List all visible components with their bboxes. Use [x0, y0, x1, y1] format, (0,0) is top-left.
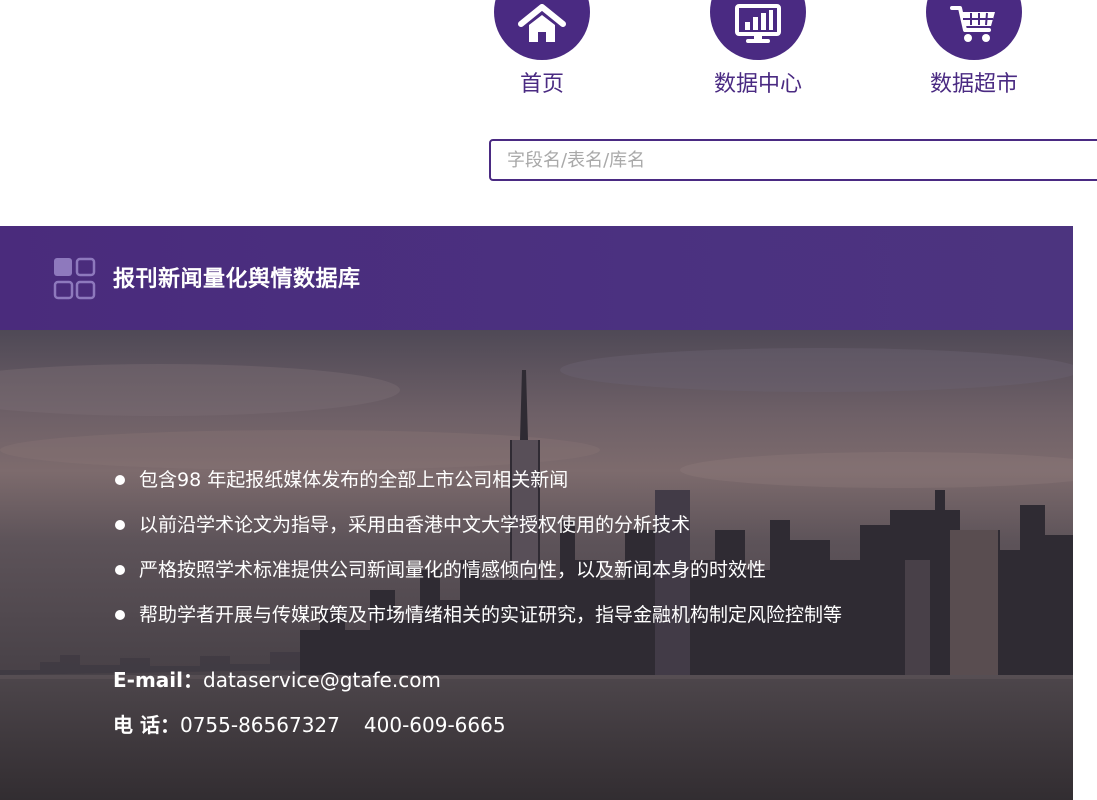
email-link[interactable]: dataservice@gtafe.com	[203, 668, 441, 692]
home-icon	[518, 4, 566, 42]
nav-data-center-circle	[710, 0, 806, 60]
nav-item-home[interactable]: 首页	[482, 0, 602, 100]
shopping-cart-icon	[950, 6, 995, 42]
phone-number-1: 0755-86567327	[179, 713, 340, 737]
phone-label: 电 话：	[113, 713, 180, 737]
nav-data-center-label: 数据中心	[713, 72, 802, 97]
contact-email: E-mail：dataservice@gtafe.com	[113, 664, 441, 696]
nav-data-market-circle	[926, 0, 1022, 60]
page: 首页 数据中心 数据超市 字段名/表名/库名 报刊新闻量化舆情数据库 包含98 …	[0, 0, 1097, 800]
feature-item: 包含98 年起报纸媒体发布的全部上市公司相关新闻	[113, 458, 842, 503]
nav-item-data-market[interactable]: 数据超市	[914, 0, 1034, 100]
contact-phone: 电 话：0755-86567327 400-609-6665	[113, 709, 506, 741]
phone-number-2: 400-609-6665	[363, 713, 506, 737]
nav-home-circle	[494, 0, 590, 60]
panel-title: 报刊新闻量化舆情数据库	[113, 267, 361, 292]
nav-data-market-label: 数据超市	[929, 72, 1018, 97]
database-panel: 报刊新闻量化舆情数据库 包含98 年起报纸媒体发布的全部上市公司相关新闻 以前沿…	[0, 226, 1073, 800]
nav-item-data-center[interactable]: 数据中心	[698, 0, 818, 100]
feature-item: 严格按照学术标准提供公司新闻量化的情感倾向性，以及新闻本身的时效性	[113, 548, 842, 593]
search-input[interactable]	[489, 139, 1097, 181]
feature-item: 以前沿学术论文为指导，采用由香港中文大学授权使用的分析技术	[113, 503, 842, 548]
grid-icon	[53, 257, 96, 300]
nav-home-label: 首页	[519, 72, 564, 97]
feature-item: 帮助学者开展与传媒政策及市场情绪相关的实证研究，指导金融机构制定风险控制等	[113, 593, 842, 638]
email-label: E-mail：	[113, 668, 204, 692]
monitor-chart-icon	[735, 4, 781, 43]
panel-header: 报刊新闻量化舆情数据库	[0, 226, 1073, 330]
feature-list: 包含98 年起报纸媒体发布的全部上市公司相关新闻 以前沿学术论文为指导，采用由香…	[113, 458, 842, 638]
panel-background: 包含98 年起报纸媒体发布的全部上市公司相关新闻 以前沿学术论文为指导，采用由香…	[0, 330, 1073, 800]
